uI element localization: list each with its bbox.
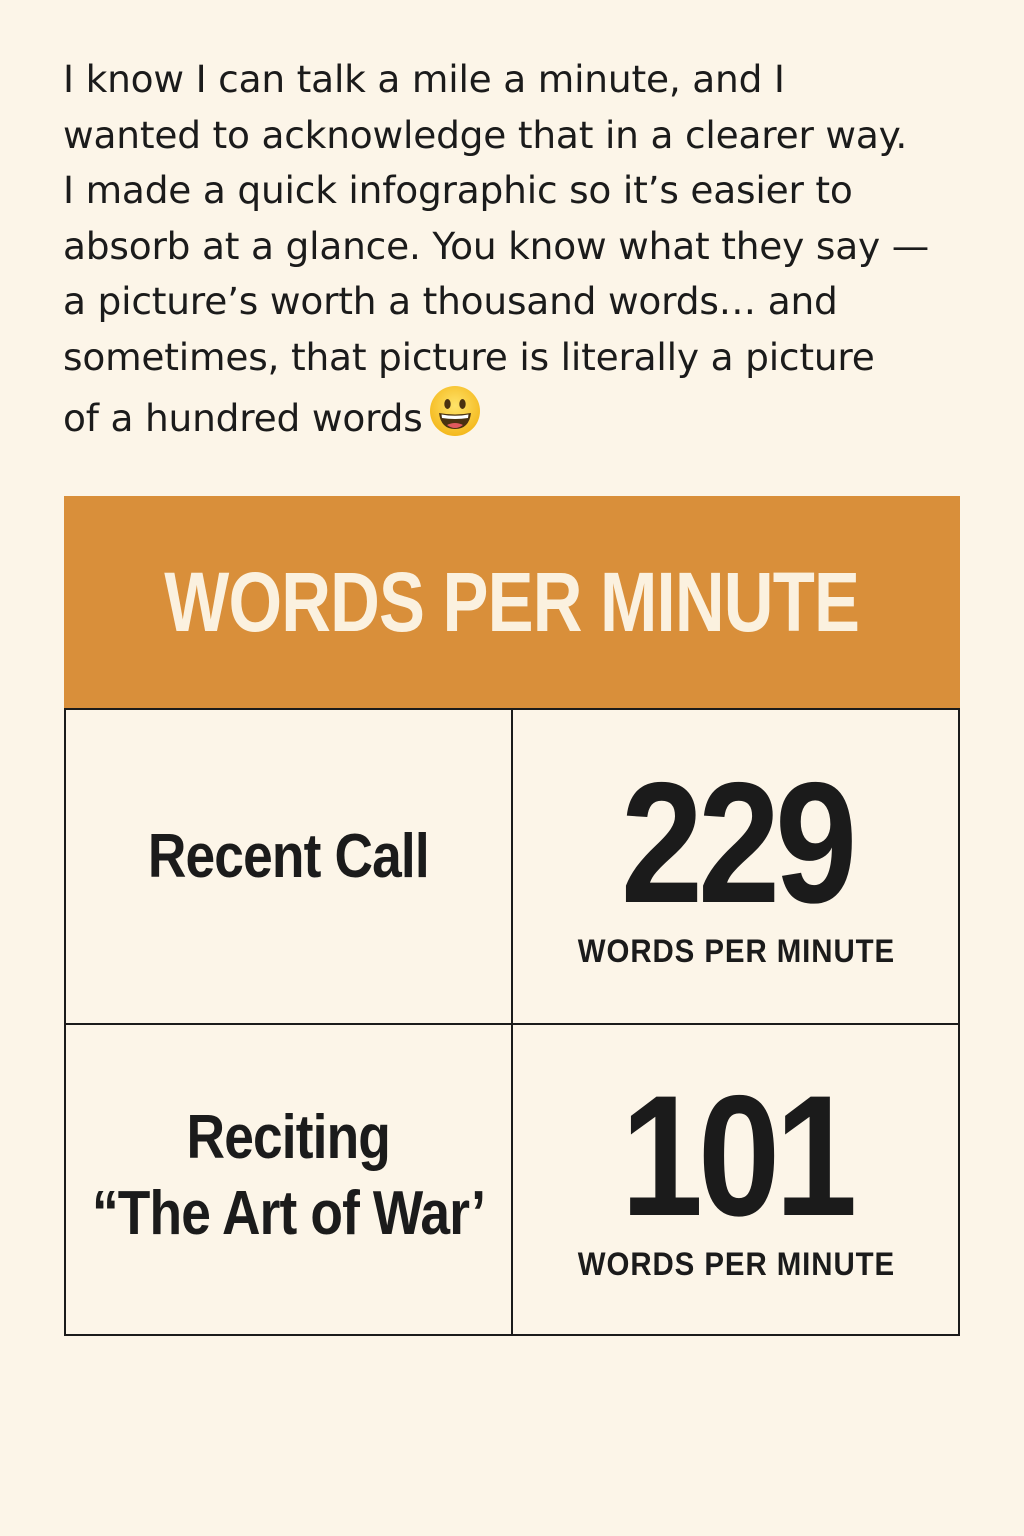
intro-line: I made a quick infographic so it’s easie…	[63, 168, 853, 212]
wpm-unit: WORDS PER MINUTE	[577, 933, 896, 969]
wpm-unit: WORDS PER MINUTE	[577, 1246, 896, 1282]
wpm-value: 101	[620, 1060, 857, 1252]
intro-line: absorb at a glance. You know what they s…	[63, 223, 930, 268]
row-value-cell: 101 WORDS PER MINUTE	[513, 1025, 960, 1334]
row-label-cell: Reciting “The Art of War’	[66, 1025, 513, 1334]
infographic-title: WORDS PER MINUTE	[164, 554, 861, 649]
row-label-cell: Recent Call	[66, 710, 513, 1025]
row-label: Recent Call	[148, 821, 430, 891]
intro-line-last: of a hundred words	[63, 385, 983, 453]
intro-line: of a hundred words	[63, 396, 423, 440]
wpm-value: 229	[620, 747, 857, 939]
grinning-face-emoji-icon	[429, 385, 481, 453]
intro-line: a picture’s worth a thousand words… and	[63, 279, 838, 323]
intro-line: wanted to acknowledge that in a clearer …	[63, 112, 908, 157]
intro-line: I know I can talk a mile a minute, and I	[63, 57, 785, 101]
intro-line: sometimes, that picture is literally a p…	[63, 334, 875, 379]
row-value-cell: 229 WORDS PER MINUTE	[513, 710, 960, 1025]
row-label: “The Art of War’	[91, 1178, 486, 1248]
intro-paragraph: I know I can talk a mile a minute, and I…	[63, 52, 983, 453]
infographic-header: WORDS PER MINUTE	[64, 496, 960, 708]
infographic-card: WORDS PER MINUTE Recent Call 229 WORDS P…	[64, 496, 960, 1336]
infographic-table: Recent Call 229 WORDS PER MINUTE Recitin…	[64, 708, 960, 1336]
row-label: Reciting	[186, 1102, 391, 1172]
